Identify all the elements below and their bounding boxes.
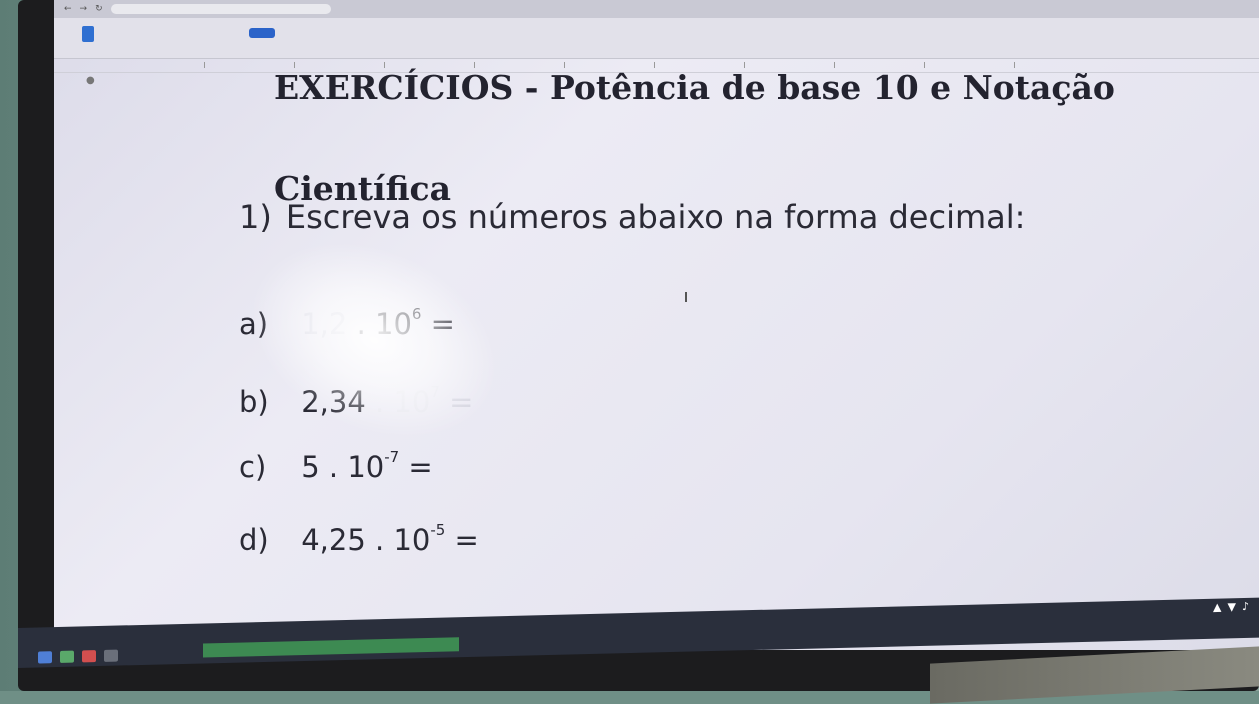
exercise-item-c: c) 5 . 10-7 = xyxy=(239,448,433,484)
item-letter: b) xyxy=(239,385,269,419)
item-letter: a) xyxy=(239,307,269,341)
exercise-item-b: b) 2,34 . 107 = xyxy=(239,383,474,419)
browser-icon[interactable] xyxy=(82,650,96,663)
app-icon[interactable] xyxy=(104,649,118,662)
document-title-line1: EXERCÍCIOS - Potência de base 10 e Notaç… xyxy=(274,68,1115,107)
item-base: . 10 xyxy=(375,523,431,557)
item-letter: c) xyxy=(239,450,267,484)
item-coefficient: 4,25 xyxy=(301,523,366,557)
back-icon[interactable]: ← xyxy=(64,4,72,14)
question-number: 1) xyxy=(239,198,272,236)
exercise-item-d: d) 4,25 . 10-5 = xyxy=(239,521,479,557)
question-1: 1) Escreva os números abaixo na forma dec… xyxy=(239,198,1025,236)
browser-tab-bar: ← → ↻ xyxy=(54,0,1259,18)
item-coefficient: 2,34 xyxy=(301,385,366,419)
exercise-item-a: a) 1,2 . 106 = xyxy=(239,305,455,341)
forward-icon[interactable]: → xyxy=(80,4,88,14)
item-equals: = xyxy=(408,450,433,484)
item-base: . 10 xyxy=(375,385,431,419)
system-tray: ▲ ▼ ♪ xyxy=(1213,600,1249,614)
monitor-frame: ← → ↻ ● EXERCÍCIOS - Potência de base 10… xyxy=(18,0,1259,691)
active-window-tab[interactable] xyxy=(203,637,459,658)
item-equals: = xyxy=(449,385,474,419)
start-icon[interactable] xyxy=(38,651,52,664)
taskbar-icons xyxy=(38,649,118,664)
files-icon[interactable] xyxy=(60,650,74,663)
item-coefficient: 5 xyxy=(301,450,320,484)
volume-icon[interactable]: ♪ xyxy=(1242,600,1249,613)
item-base: . 10 xyxy=(356,307,412,341)
screen: ← → ↻ ● EXERCÍCIOS - Potência de base 10… xyxy=(54,0,1259,650)
item-base: . 10 xyxy=(328,450,385,484)
docs-header xyxy=(54,18,1259,59)
outline-icon[interactable]: ● xyxy=(86,75,95,86)
text-cursor xyxy=(685,292,687,302)
item-coefficient: 1,2 xyxy=(301,307,348,341)
question-text: Escreva os números abaixo na forma decim… xyxy=(285,198,1026,236)
share-icon[interactable] xyxy=(249,28,275,38)
item-letter: d) xyxy=(239,523,269,557)
wifi-icon[interactable]: ▼ xyxy=(1228,600,1236,613)
item-exponent: -7 xyxy=(384,448,400,466)
reload-icon[interactable]: ↻ xyxy=(95,4,103,14)
item-exponent: 6 xyxy=(411,305,422,323)
address-bar[interactable] xyxy=(110,4,331,14)
item-exponent: 7 xyxy=(430,383,440,401)
notification-icon[interactable]: ▲ xyxy=(1213,601,1221,614)
item-equals: = xyxy=(454,523,479,557)
docs-icon[interactable] xyxy=(82,26,94,42)
item-exponent: -5 xyxy=(430,521,446,539)
item-equals: = xyxy=(430,307,455,341)
